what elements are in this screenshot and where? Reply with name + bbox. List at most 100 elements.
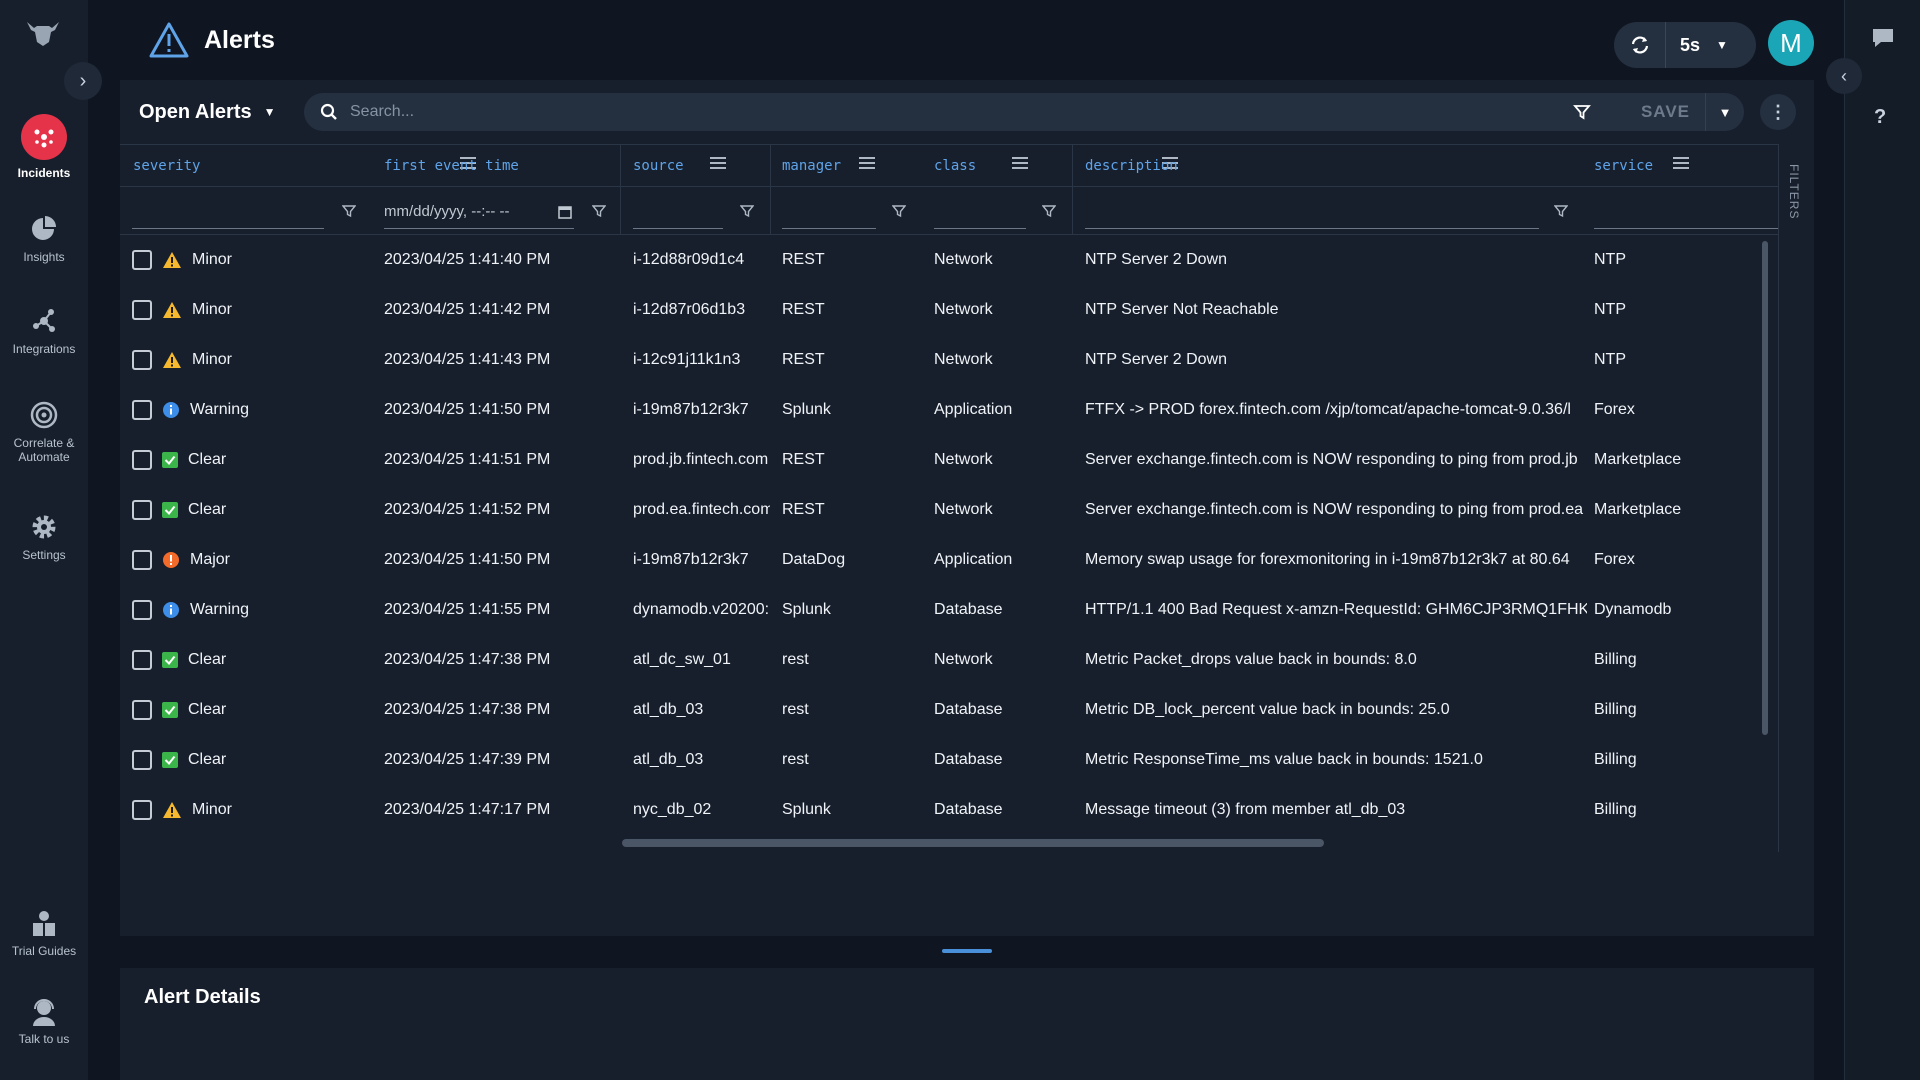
warning-info-icon — [162, 401, 190, 419]
nav-correlate-automate[interactable]: Correlate & Automate — [0, 400, 88, 464]
search-box[interactable] — [304, 93, 1670, 131]
refresh-interval-select[interactable]: 5s — [1680, 35, 1700, 56]
table-row[interactable]: Warning 2023/04/25 1:41:50 PM i-19m87b12r3… — [120, 385, 1758, 435]
filter-icon[interactable] — [342, 204, 356, 218]
manager-cell: REST — [782, 451, 825, 468]
table-row[interactable]: Clear 2023/04/25 1:41:52 PM prod.ea.fintec… — [120, 485, 1758, 535]
filter-icon[interactable] — [1042, 204, 1056, 218]
alert-details-title: Alert Details — [144, 986, 261, 1008]
source-filter-input[interactable] — [633, 195, 723, 229]
row-checkbox[interactable] — [132, 800, 152, 820]
save-options-caret-icon[interactable]: ▼ — [1706, 105, 1744, 120]
column-divider[interactable] — [1072, 145, 1073, 235]
view-selector[interactable]: Open Alerts ▼ — [139, 94, 276, 130]
column-divider[interactable] — [770, 145, 771, 235]
description-filter-input[interactable] — [1085, 195, 1539, 229]
table-row[interactable]: Minor 2023/04/25 1:47:17 PM nyc_db_02 Splun… — [120, 785, 1758, 835]
user-avatar[interactable]: M — [1768, 20, 1814, 66]
nav-talk-to-us[interactable]: Talk to us — [0, 998, 88, 1046]
column-menu-icon[interactable] — [1012, 157, 1028, 171]
column-menu-icon[interactable] — [1673, 157, 1689, 171]
filter-icon[interactable] — [592, 204, 606, 218]
calendar-icon[interactable] — [558, 205, 572, 219]
nav-incidents[interactable]: Incidents — [0, 114, 88, 180]
vertical-scrollbar[interactable] — [1762, 241, 1768, 735]
search-input[interactable] — [350, 103, 1630, 121]
table-row[interactable]: Minor 2023/04/25 1:41:43 PM i-12c91j11k1n3… — [120, 335, 1758, 385]
table-row[interactable]: Major 2023/04/25 1:41:50 PM i-19m87b12r3k7… — [120, 535, 1758, 585]
filter-icon[interactable] — [740, 204, 754, 218]
severity-label: Clear — [188, 751, 227, 768]
description-cell: NTP Server Not Reachable — [1085, 301, 1279, 318]
row-checkbox[interactable] — [132, 350, 152, 370]
row-checkbox[interactable] — [132, 650, 152, 670]
col-header-severity[interactable]: severity — [133, 145, 200, 187]
severity-cell: Minor — [162, 235, 374, 285]
filter-button[interactable] — [1564, 94, 1600, 130]
col-header-first-event-time[interactable]: first event time — [384, 145, 519, 187]
first-event-time-filter-input[interactable]: mm/dd/yyyy, --:-- -- — [384, 195, 574, 229]
expand-nav-button[interactable]: › — [64, 62, 102, 100]
row-checkbox[interactable] — [132, 500, 152, 520]
save-button[interactable]: SAVE — [1626, 93, 1706, 131]
manager-filter-input[interactable] — [782, 195, 876, 229]
row-checkbox[interactable] — [132, 750, 152, 770]
filters-side-tab[interactable]: FILTERS — [1778, 144, 1814, 852]
table-row[interactable]: Clear 2023/04/25 1:47:38 PM atl_dc_sw_01 re… — [120, 635, 1758, 685]
grid-body: Minor 2023/04/25 1:41:40 PM i-12d88r09d1c4… — [120, 235, 1758, 839]
table-row[interactable]: Clear 2023/04/25 1:47:39 PM atl_db_03 rest D… — [120, 735, 1758, 785]
horizontal-scrollbar[interactable] — [622, 839, 1324, 847]
severity-filter-input[interactable] — [132, 195, 324, 229]
major-exclamation-icon — [162, 551, 190, 569]
severity-cell: Warning — [162, 585, 374, 635]
description-cell: Server exchange.fintech.com is NOW respo… — [1085, 451, 1578, 468]
table-row[interactable]: Minor 2023/04/25 1:41:40 PM i-12d88r09d1c4… — [120, 235, 1758, 285]
nav-integrations[interactable]: Integrations — [0, 306, 88, 356]
col-header-service[interactable]: service — [1594, 145, 1653, 187]
table-row[interactable]: Clear 2023/04/25 1:41:51 PM prod.jb.fintec… — [120, 435, 1758, 485]
nav-talk-to-us-label: Talk to us — [18, 1032, 70, 1046]
more-options-button[interactable]: ⋮ — [1760, 94, 1796, 130]
column-menu-icon[interactable] — [859, 157, 875, 171]
chevron-right-icon: › — [79, 69, 87, 92]
col-header-manager[interactable]: manager — [782, 145, 841, 187]
panel-resize-handle[interactable] — [942, 949, 992, 953]
column-menu-icon[interactable] — [710, 157, 726, 171]
col-header-description[interactable]: description — [1085, 145, 1178, 187]
row-checkbox[interactable] — [132, 700, 152, 720]
row-checkbox[interactable] — [132, 400, 152, 420]
row-checkbox[interactable] — [132, 450, 152, 470]
column-divider[interactable] — [620, 145, 621, 235]
refresh-button[interactable] — [1614, 22, 1666, 68]
minor-warning-triangle-icon — [162, 351, 192, 369]
nav-trial-guides[interactable]: Trial Guides — [0, 910, 88, 958]
row-checkbox[interactable] — [132, 550, 152, 570]
source-cell: i-19m87b12r3k7 — [633, 551, 749, 568]
nav-settings[interactable]: Settings — [0, 512, 88, 562]
service-cell: Billing — [1594, 751, 1637, 768]
warning-info-icon — [162, 601, 190, 619]
table-row[interactable]: Clear 2023/04/25 1:47:38 PM atl_db_03 rest D… — [120, 685, 1758, 735]
description-cell: Metric Packet_drops value back in bounds… — [1085, 651, 1417, 668]
service-filter-input[interactable] — [1594, 195, 1778, 229]
col-header-source[interactable]: source — [633, 145, 684, 187]
nav-insights[interactable]: Insights — [0, 214, 88, 264]
help-icon[interactable]: ? — [1874, 106, 1886, 129]
bull-logo-icon[interactable] — [24, 16, 62, 50]
caret-down-icon[interactable]: ▼ — [1716, 38, 1728, 52]
class-filter-input[interactable] — [934, 195, 1026, 229]
row-checkbox[interactable] — [132, 600, 152, 620]
row-checkbox[interactable] — [132, 250, 152, 270]
filter-icon[interactable] — [892, 204, 906, 218]
table-row[interactable]: Warning 2023/04/25 1:41:55 PM dynamodb.v20… — [120, 585, 1758, 635]
col-header-class[interactable]: class — [934, 145, 976, 187]
table-row[interactable]: Minor 2023/04/25 1:41:42 PM i-12d87r06d1b3… — [120, 285, 1758, 335]
chat-icon[interactable] — [1870, 26, 1896, 55]
alert-details-panel: Alert Details — [120, 968, 1814, 1080]
collapse-right-button[interactable]: ‹ — [1826, 58, 1862, 94]
manager-cell: REST — [782, 301, 825, 318]
source-cell: prod.ea.fintech.com — [633, 501, 770, 518]
filter-icon[interactable] — [1554, 204, 1568, 218]
row-checkbox[interactable] — [132, 300, 152, 320]
severity-label: Minor — [192, 801, 233, 818]
